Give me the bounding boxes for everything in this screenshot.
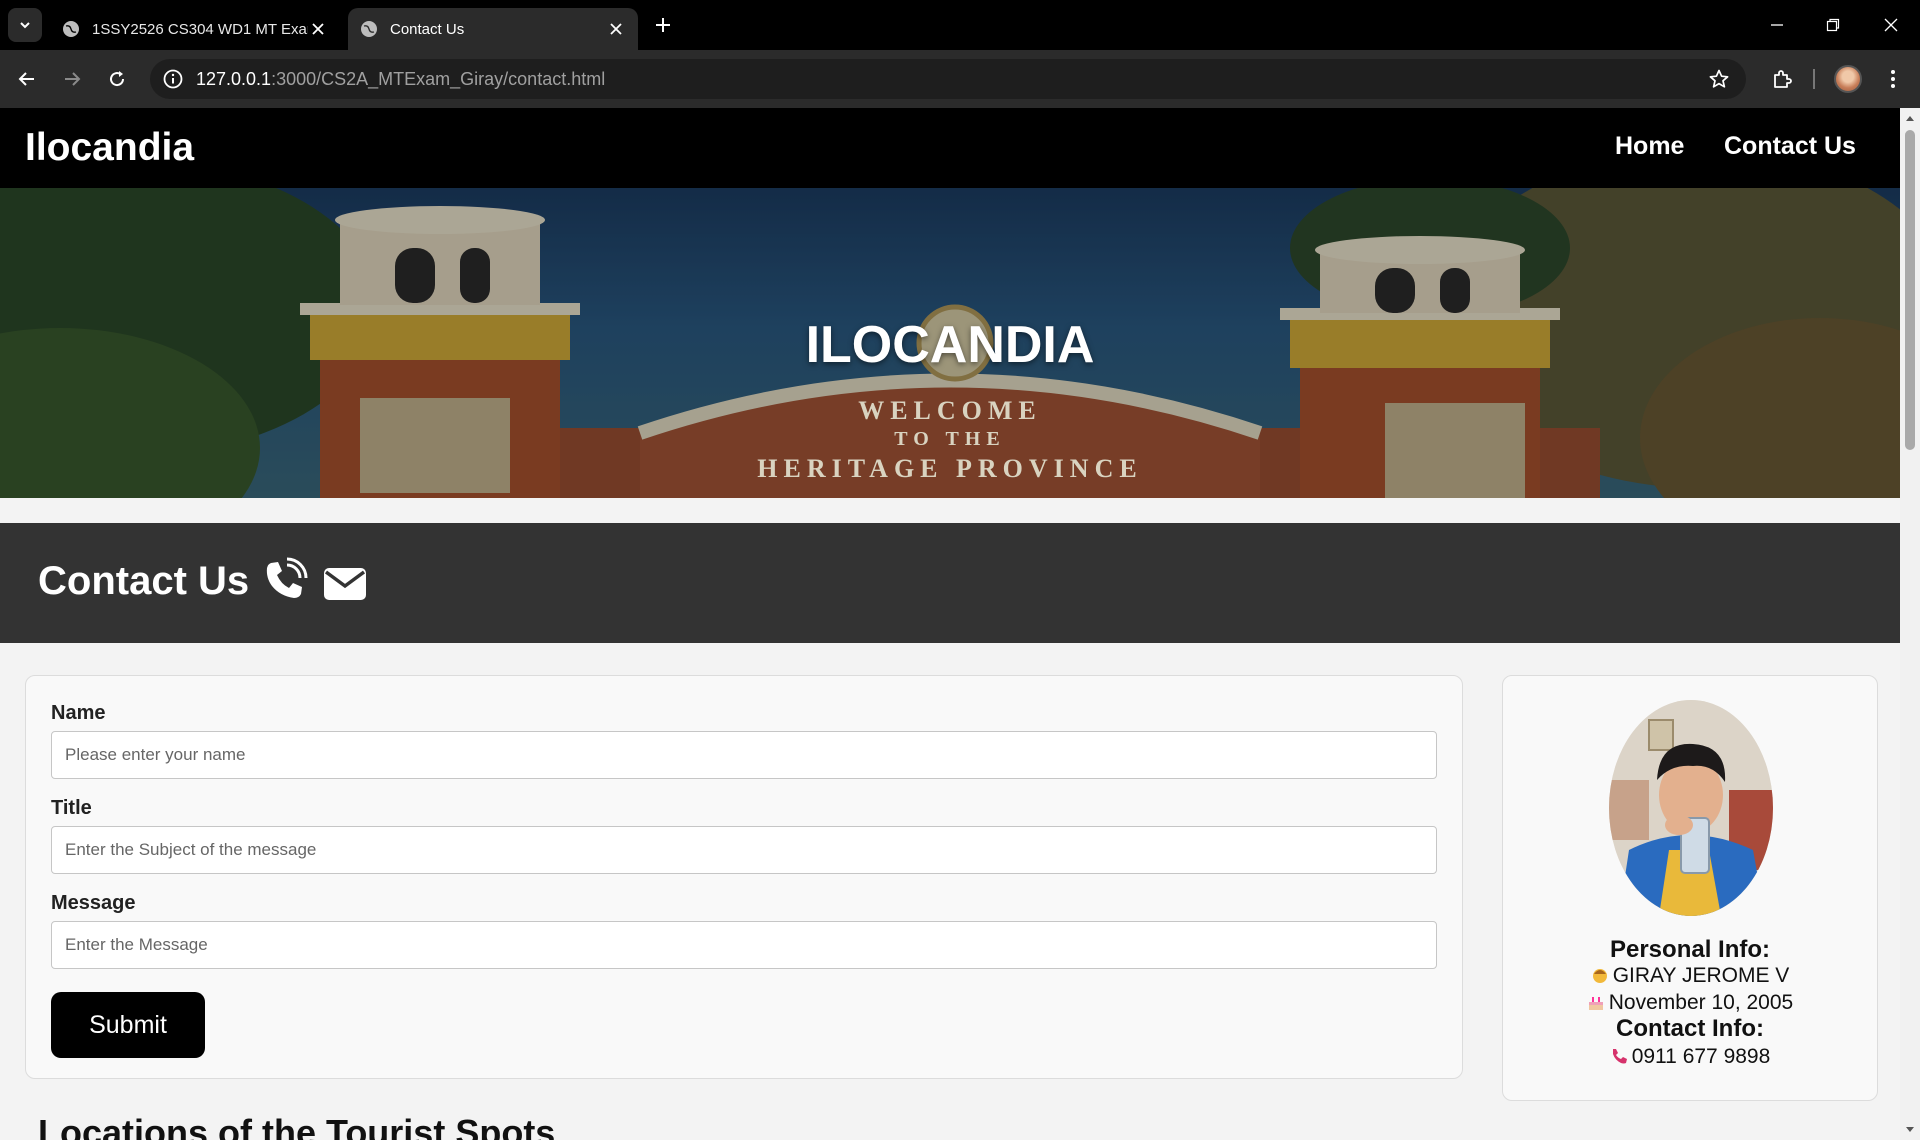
forward-button[interactable] [57, 64, 87, 94]
scroll-up-arrow-icon[interactable] [1905, 114, 1915, 124]
title-label: Title [51, 797, 92, 819]
close-icon [610, 23, 622, 35]
back-button[interactable] [12, 64, 42, 94]
message-input[interactable] [51, 921, 1437, 969]
nav-link-home[interactable]: Home [1615, 132, 1684, 161]
close-tab-button[interactable] [606, 19, 626, 39]
personal-info-heading: Personal Info: [1609, 936, 1771, 963]
cake-emoji-icon [1588, 997, 1603, 1010]
message-label: Message [51, 892, 136, 914]
page-viewport: Ilocandia Home Contact Us WELCOME TO THE… [0, 108, 1900, 1140]
profile-name-row: GIRAY JEROME V [1503, 964, 1877, 988]
scrollbar-thumb[interactable] [1905, 130, 1915, 450]
profile-name: GIRAY JEROME V [1612, 964, 1790, 987]
contact-info-heading: Contact Info: [1616, 1015, 1764, 1042]
telephone-receiver-emoji-icon [1612, 1049, 1627, 1064]
contact-form: Name Title Message Submit [25, 675, 1463, 1079]
contact-us-banner: Contact Us [0, 523, 1900, 643]
profile-photo [1609, 700, 1773, 916]
bookmark-star-icon[interactable] [1708, 68, 1730, 90]
puzzle-icon [1774, 70, 1792, 88]
phone-icon [266, 557, 308, 598]
tab-title: 1SSY2526 CS304 WD1 MT Exam [92, 20, 308, 38]
arrow-left-icon [18, 72, 34, 86]
url-host: 127.0.0.1 [196, 69, 272, 89]
minimize-button[interactable] [1762, 10, 1792, 40]
nav-link-contact-us[interactable]: Contact Us [1724, 132, 1856, 161]
contact-us-heading: Contact Us [38, 559, 250, 603]
site-info-icon[interactable] [162, 68, 184, 90]
hero-sign-welcome: WELCOME [858, 396, 1042, 425]
url-path: :3000/CS2A_MTExam_Giray/contact.html [271, 69, 606, 89]
browser-tabstrip: 1SSY2526 CS304 WD1 MT Exam Contact Us [0, 0, 1920, 50]
new-tab-button[interactable] [650, 12, 676, 38]
hero-title: ILOCANDIA [805, 316, 1095, 374]
person-emoji-icon [1592, 969, 1607, 983]
reload-button[interactable] [102, 64, 132, 94]
tab-contact-us[interactable]: Contact Us [348, 8, 638, 50]
kebab-menu-icon [1891, 70, 1895, 88]
site-navbar: Ilocandia Home Contact Us [0, 108, 1900, 188]
name-label: Name [51, 702, 106, 724]
close-tab-button[interactable] [308, 19, 328, 39]
extensions-button[interactable] [1767, 64, 1797, 94]
toolbar-divider [1813, 69, 1815, 89]
chevron-down-icon [20, 22, 30, 29]
submit-button[interactable]: Submit [51, 992, 205, 1058]
title-input[interactable] [51, 826, 1437, 874]
profile-birthday: November 10, 2005 [1608, 991, 1794, 1014]
close-window-button[interactable] [1876, 10, 1906, 40]
close-icon [312, 23, 324, 35]
browser-toolbar: 127.0.0.1:3000/CS2A_MTExam_Giray/contact… [0, 50, 1920, 108]
browser-menu-button[interactable] [1878, 64, 1908, 94]
site-brand[interactable]: Ilocandia [25, 126, 194, 170]
locations-heading: Locations of the Tourist Spots [38, 1112, 556, 1140]
name-input[interactable] [51, 731, 1437, 779]
url-text: 127.0.0.1:3000/CS2A_MTExam_Giray/contact… [196, 69, 605, 90]
hero-banner: WELCOME TO THE HERITAGE PROVINCE ILOCAND… [0, 188, 1900, 498]
restore-icon [1826, 18, 1840, 32]
profile-birthday-row: November 10, 2005 [1503, 991, 1877, 1015]
profile-avatar-button[interactable] [1834, 65, 1862, 93]
hero-sign-to-the: TO THE [894, 428, 1006, 450]
arrow-right-icon [65, 72, 81, 86]
envelope-icon [324, 568, 366, 600]
page-scrollbar[interactable] [1900, 108, 1920, 1140]
tab-title: Contact Us [390, 20, 465, 38]
restore-button[interactable] [1818, 10, 1848, 40]
close-icon [1884, 18, 1898, 32]
hero-sign-province: HERITAGE PROVINCE [757, 454, 1143, 483]
profile-photo-drawing [1609, 700, 1773, 916]
plus-icon [656, 18, 670, 32]
reload-icon [110, 71, 125, 87]
address-bar[interactable]: 127.0.0.1:3000/CS2A_MTExam_Giray/contact… [150, 59, 1746, 99]
tab-exam[interactable]: 1SSY2526 CS304 WD1 MT Exam [50, 8, 340, 50]
profile-phone-row: 0911 677 9898 [1503, 1045, 1877, 1069]
scroll-down-arrow-icon[interactable] [1905, 1124, 1915, 1134]
profile-card: Personal Info: GIRAY JEROME V November 1… [1502, 675, 1878, 1101]
minimize-icon [1771, 24, 1783, 26]
tab-search-button[interactable] [8, 8, 42, 42]
profile-phone: 0911 677 9898 [1631, 1045, 1771, 1068]
globe-icon [63, 21, 79, 37]
globe-icon [361, 21, 377, 37]
